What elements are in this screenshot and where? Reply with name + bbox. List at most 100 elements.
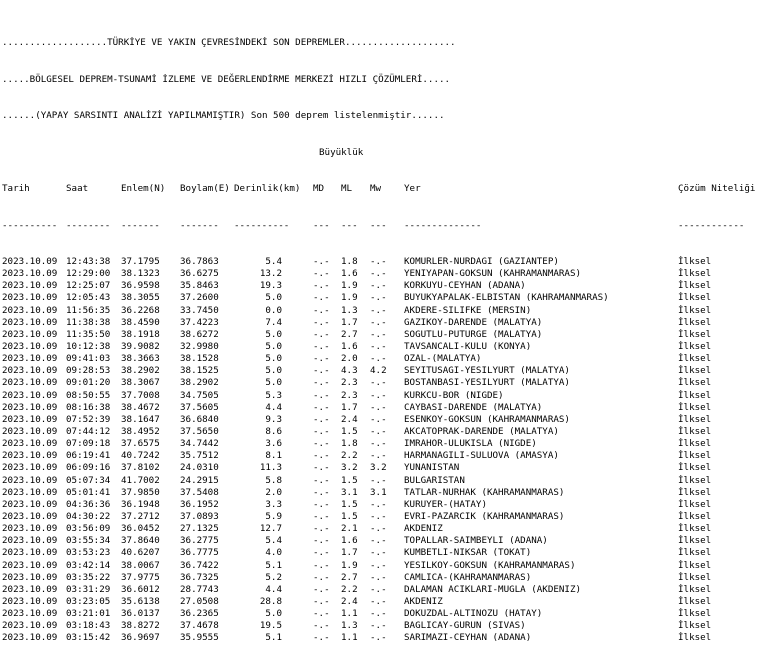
cell-ml: 1.8 xyxy=(341,256,358,268)
cell-date: 2023.10.09 xyxy=(2,523,58,535)
table-row: 2023.10.09 08:16:38 38.4672 37.5605 4.4 -.- 1.… xyxy=(0,402,768,414)
cell-location: TOPALLAR-SAIMBEYLI (ADANA) xyxy=(404,535,548,547)
cell-mw: -.- xyxy=(370,595,387,607)
separator-md: --- xyxy=(313,219,330,231)
table-row: 2023.10.09 03:56:09 36.0452 27.1325 12.7 -.- 2… xyxy=(0,523,768,535)
cell-location: HARMANAGILI-SULUOVA (AMASYA) xyxy=(404,450,559,462)
separator-longitude: ------- xyxy=(180,219,219,231)
cell-date: 2023.10.09 xyxy=(2,389,58,401)
cell-depth: 5.0 xyxy=(265,608,282,620)
cell-depth: 28.8 xyxy=(259,595,282,607)
cell-location: BAGLICAY-GURUN (SIVAS) xyxy=(404,620,526,632)
cell-latitude: 38.1647 xyxy=(121,413,160,425)
cell-latitude: 37.8102 xyxy=(121,462,160,474)
cell-ml: 1.5 xyxy=(341,498,358,510)
cell-mw: -.- xyxy=(370,328,387,340)
header-note: ......(YAPAY SARSINTI ANALİZİ YAPILMAMIŞ… xyxy=(2,110,445,122)
cell-latitude: 38.3067 xyxy=(121,377,160,389)
cell-longitude: 36.7422 xyxy=(180,559,219,571)
table-row: 2023.10.09 12:25:07 36.9598 35.8463 19.3 -.- 1… xyxy=(0,280,768,292)
cell-solution: İlksel xyxy=(678,595,712,607)
cell-date: 2023.10.09 xyxy=(2,559,58,571)
cell-ml: 2.3 xyxy=(341,389,358,401)
cell-ml: 1.6 xyxy=(341,341,358,353)
cell-date: 2023.10.09 xyxy=(2,535,58,547)
cell-mw: -.- xyxy=(370,498,387,510)
cell-ml: 2.7 xyxy=(341,328,358,340)
cell-mw: -.- xyxy=(370,547,387,559)
col-header-ml: ML xyxy=(341,183,353,195)
cell-depth: 4.4 xyxy=(265,583,282,595)
cell-time: 05:01:41 xyxy=(66,486,111,498)
cell-md: -.- xyxy=(313,353,330,365)
cell-md: -.- xyxy=(313,595,330,607)
cell-longitude: 38.6272 xyxy=(180,328,219,340)
cell-mw: -.- xyxy=(370,523,387,535)
cell-depth: 13.2 xyxy=(259,268,282,280)
col-header-longitude: Boylam(E) xyxy=(180,183,230,195)
cell-date: 2023.10.09 xyxy=(2,413,58,425)
cell-ml: 2.0 xyxy=(341,353,358,365)
cell-ml: 1.6 xyxy=(341,268,358,280)
cell-ml: 3.2 xyxy=(341,462,358,474)
cell-latitude: 40.6207 xyxy=(121,547,160,559)
table-row: 2023.10.09 07:09:18 37.6575 34.7442 3.6 -.- 1.… xyxy=(0,438,768,450)
col-header-time: Saat xyxy=(66,183,89,195)
cell-md: -.- xyxy=(313,547,330,559)
cell-mw: 4.2 xyxy=(370,365,387,377)
cell-solution: İlksel xyxy=(678,571,712,583)
cell-mw: -.- xyxy=(370,256,387,268)
cell-mw: -.- xyxy=(370,535,387,547)
cell-location: GAZIKOY-DARENDE (MALATYA) xyxy=(404,316,543,328)
cell-location: KURKCU-BOR (NIGDE) xyxy=(404,389,504,401)
cell-ml: 2.4 xyxy=(341,413,358,425)
cell-date: 2023.10.09 xyxy=(2,474,58,486)
cell-ml: 2.4 xyxy=(341,595,358,607)
cell-time: 12:05:43 xyxy=(66,292,111,304)
cell-longitude: 36.2775 xyxy=(180,535,219,547)
cell-mw: -.- xyxy=(370,353,387,365)
cell-mw: -.- xyxy=(370,474,387,486)
cell-md: -.- xyxy=(313,292,330,304)
cell-longitude: 38.1525 xyxy=(180,365,219,377)
table-row: 2023.10.09 03:35:22 37.9775 36.7325 5.2 -.- 2.… xyxy=(0,572,768,584)
cell-latitude: 37.2712 xyxy=(121,510,160,522)
cell-time: 05:07:34 xyxy=(66,474,111,486)
cell-time: 03:23:05 xyxy=(66,595,111,607)
cell-location: AKDENIZ xyxy=(404,595,443,607)
cell-time: 12:43:38 xyxy=(66,256,111,268)
cell-md: -.- xyxy=(313,438,330,450)
cell-md: -.- xyxy=(313,462,330,474)
cell-date: 2023.10.09 xyxy=(2,571,58,583)
cell-solution: İlksel xyxy=(678,377,712,389)
cell-time: 03:18:43 xyxy=(66,620,111,632)
cell-md: -.- xyxy=(313,365,330,377)
cell-latitude: 38.3663 xyxy=(121,353,160,365)
col-header-md: MD xyxy=(313,183,325,195)
cell-location: SARIMAZI-CEYHAN (ADANA) xyxy=(404,632,532,644)
cell-depth: 8.6 xyxy=(265,426,282,437)
cell-ml: 1.6 xyxy=(341,535,358,547)
cell-time: 10:12:38 xyxy=(66,341,111,353)
cell-mw: -.- xyxy=(370,268,387,280)
cell-longitude: 37.5605 xyxy=(180,401,219,413)
cell-md: -.- xyxy=(313,486,330,498)
cell-solution: İlksel xyxy=(678,498,712,510)
cell-latitude: 36.6012 xyxy=(121,583,160,595)
cell-longitude: 37.0893 xyxy=(180,510,219,522)
cell-solution: İlksel xyxy=(678,450,712,462)
cell-longitude: 36.7863 xyxy=(180,256,219,268)
cell-time: 03:55:34 xyxy=(66,535,111,547)
cell-depth: 4.0 xyxy=(265,547,282,559)
table-row: 2023.10.09 06:19:41 40.7242 35.7512 8.1 -.- 2.… xyxy=(0,450,768,462)
cell-solution: İlksel xyxy=(678,523,712,535)
cell-mw: -.- xyxy=(370,438,387,450)
cell-md: -.- xyxy=(313,280,330,292)
cell-depth: 5.4 xyxy=(265,535,282,547)
table-row: 2023.10.09 09:41:03 38.3663 38.1528 5.0 -.- 2.… xyxy=(0,353,768,365)
cell-ml: 1.7 xyxy=(341,401,358,413)
cell-md: -.- xyxy=(313,571,330,583)
cell-time: 09:28:53 xyxy=(66,365,111,377)
table-row: 2023.10.09 11:35:50 38.1918 38.6272 5.0 -.- 2.… xyxy=(0,329,768,341)
cell-time: 06:19:41 xyxy=(66,450,111,462)
